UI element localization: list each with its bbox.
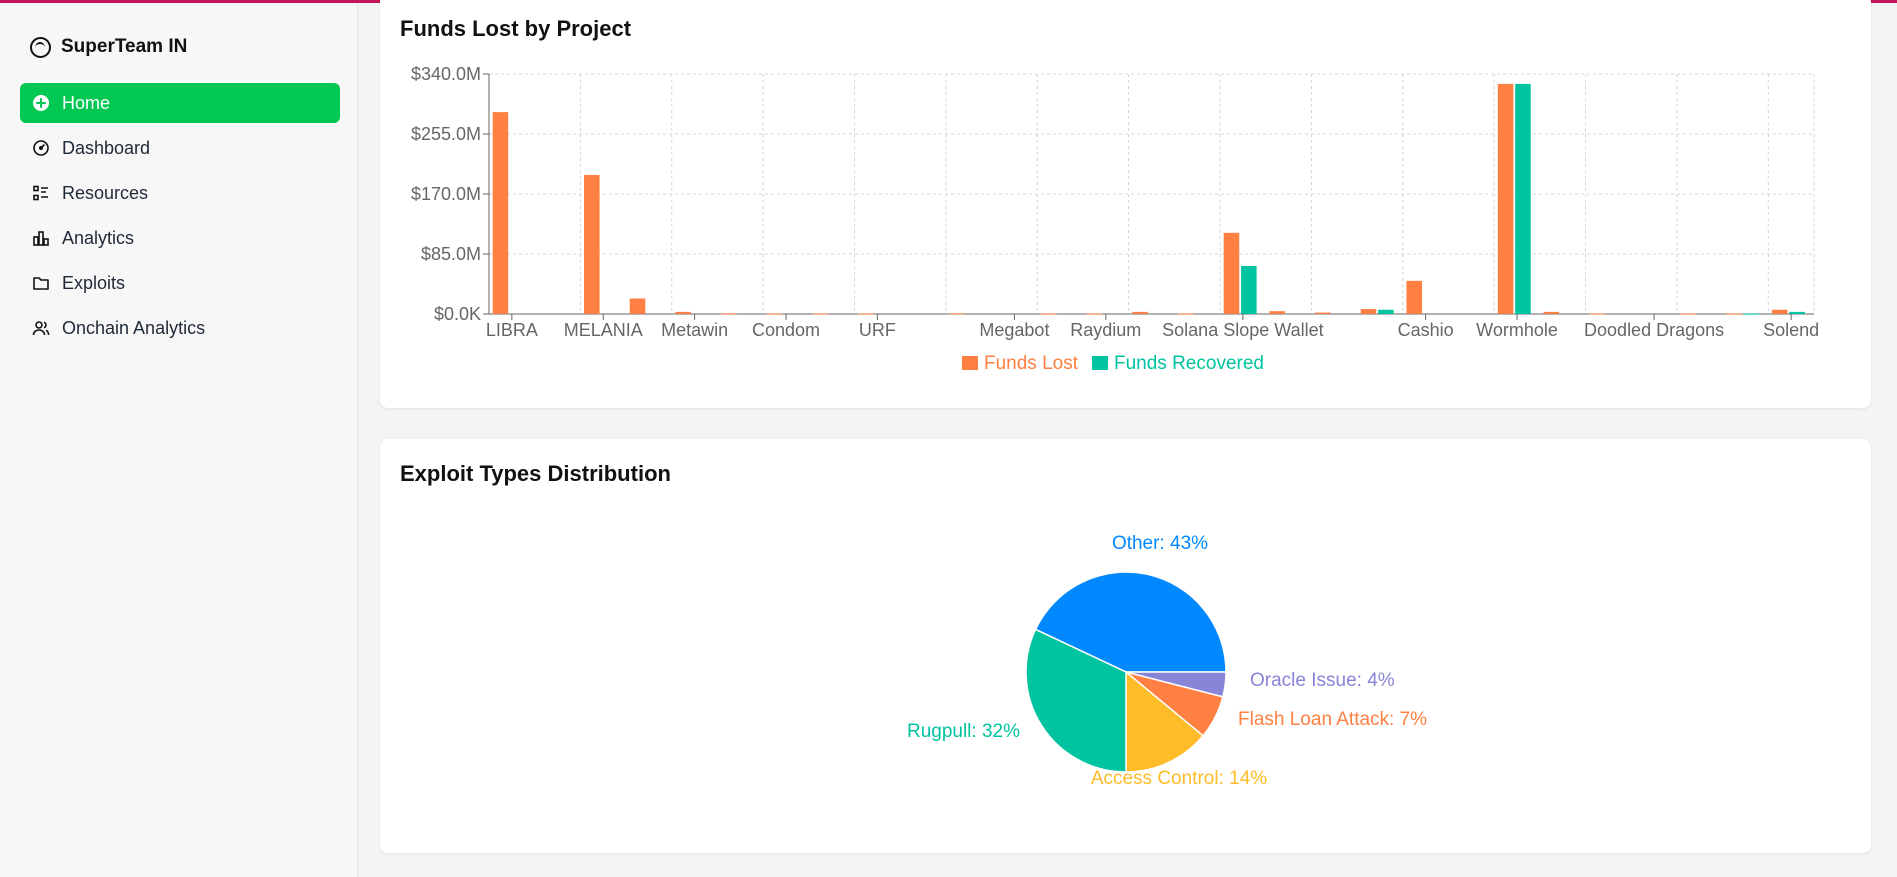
legend-label: Funds Lost: [984, 353, 1079, 374]
bar-funds-lost: [1223, 232, 1240, 314]
bar-funds-lost: [629, 298, 646, 314]
bar-funds-lost: [721, 313, 737, 315]
bar-funds-recovered: [1743, 313, 1760, 315]
bar-funds-lost: [1726, 313, 1742, 315]
bar-funds-lost: [1497, 83, 1514, 314]
sidebar-item-label: Home: [62, 92, 111, 113]
brand-name: SuperTeam IN: [61, 36, 188, 57]
bar-funds-lost: [1771, 309, 1788, 314]
bar-funds-lost: [1360, 309, 1377, 314]
y-tick-label: $170.0M: [411, 184, 481, 204]
legend-label: Funds Recovered: [1114, 353, 1264, 374]
legend-swatch: [1092, 356, 1108, 370]
x-tick-label: Raydium: [1070, 320, 1141, 340]
x-tick-label: Doodled Dragons: [1584, 320, 1724, 340]
funds-lost-card: Funds Lost by Project $0.0K $85.0M $170.0M…: [380, 0, 1871, 408]
bar-funds-lost: [766, 313, 783, 315]
sidebar-nav: Home Dashboard Resources Analytics Explo…: [20, 83, 340, 353]
bar-funds-lost: [1178, 313, 1194, 315]
bar-funds-lost: [1680, 313, 1697, 315]
bar-funds-lost: [1406, 280, 1422, 314]
sidebar-item-label: Analytics: [62, 227, 135, 248]
pie-label: Oracle Issue: 4%: [1250, 670, 1395, 691]
bar-funds-lost: [858, 313, 874, 315]
brand[interactable]: SuperTeam IN: [30, 33, 187, 61]
bar-funds-recovered: [1789, 311, 1805, 314]
y-tick-label: $85.0M: [421, 244, 481, 264]
bar-funds-lost: [1132, 311, 1148, 314]
brand-logo-icon: [30, 36, 51, 58]
x-tick-label: MELANIA: [564, 320, 643, 340]
x-tick-label: Condom: [752, 320, 820, 340]
y-tick-label: $340.0M: [411, 64, 481, 84]
bar-funds-lost: [1086, 313, 1103, 315]
bar-funds-lost: [812, 313, 829, 315]
funds-lost-bar-chart: $0.0K $85.0M $170.0M $255.0M $340.0M LIBRA MEL…: [411, 64, 1819, 374]
bar-funds-lost: [1315, 312, 1331, 314]
sidebar-item-label: Resources: [62, 182, 149, 203]
list-icon: [33, 185, 48, 201]
y-tick-label: $0.0K: [434, 304, 481, 324]
x-tick-label: Megabot: [979, 320, 1049, 340]
x-tick-label: LIBRA: [486, 320, 538, 340]
gauge-icon: [33, 140, 49, 156]
sidebar-item-dashboard[interactable]: Dashboard: [20, 128, 340, 168]
bar-funds-lost: [1269, 311, 1285, 314]
sidebar-item-analytics[interactable]: Analytics: [20, 218, 340, 258]
bar-funds-recovered: [1515, 83, 1531, 314]
bar-funds-lost: [492, 112, 509, 314]
x-tick-label: Metawin: [661, 320, 728, 340]
x-tick-label: Solana Slope Wallet: [1162, 320, 1323, 340]
sidebar-item-exploits[interactable]: Exploits: [20, 263, 340, 303]
folder-icon: [33, 277, 49, 290]
pie-label: Flash Loan Attack: 7%: [1238, 709, 1427, 730]
x-tick-label: URF: [859, 320, 896, 340]
bar-funds-lost: [584, 174, 600, 314]
sidebar-item-home[interactable]: Home: [20, 83, 340, 123]
legend-swatch: [962, 356, 978, 370]
pie-label: Other: 43%: [1112, 533, 1208, 554]
sidebar-item-label: Exploits: [62, 272, 126, 293]
y-tick-label: $255.0M: [411, 124, 481, 144]
bar-funds-lost: [949, 313, 966, 315]
x-tick-label: Cashio: [1398, 320, 1454, 340]
x-tick-label: Wormhole: [1476, 320, 1558, 340]
sidebar-item-onchain-analytics[interactable]: Onchain Analytics: [20, 308, 340, 348]
bar-funds-lost: [675, 311, 691, 314]
bar-chart-icon: [33, 231, 49, 246]
bar-funds-lost: [1589, 313, 1605, 315]
bar-funds-recovered: [1378, 309, 1394, 314]
sidebar: SuperTeam IN Home Dashboard Resources An…: [0, 3, 358, 877]
x-tick-label: Solend: [1763, 320, 1819, 340]
exploit-types-pie-chart: Other: 43% Oracle Issue: 4% Flash Loan Att…: [907, 533, 1427, 789]
bar-funds-lost: [1543, 311, 1560, 314]
users-icon: [32, 321, 50, 336]
sidebar-item-resources[interactable]: Resources: [20, 173, 340, 213]
bar-funds-lost: [1040, 313, 1057, 315]
plus-circle-icon: [33, 95, 49, 111]
bar-funds-recovered: [1241, 266, 1257, 314]
pie-label: Rugpull: 32%: [907, 721, 1020, 742]
sidebar-item-label: Dashboard: [62, 137, 151, 158]
chart-legend: Funds Lost Funds Recovered: [962, 353, 1264, 374]
exploit-types-card: Exploit Types Distribution Other: 43% Ora…: [380, 439, 1871, 853]
sidebar-item-label: Onchain Analytics: [62, 317, 206, 338]
